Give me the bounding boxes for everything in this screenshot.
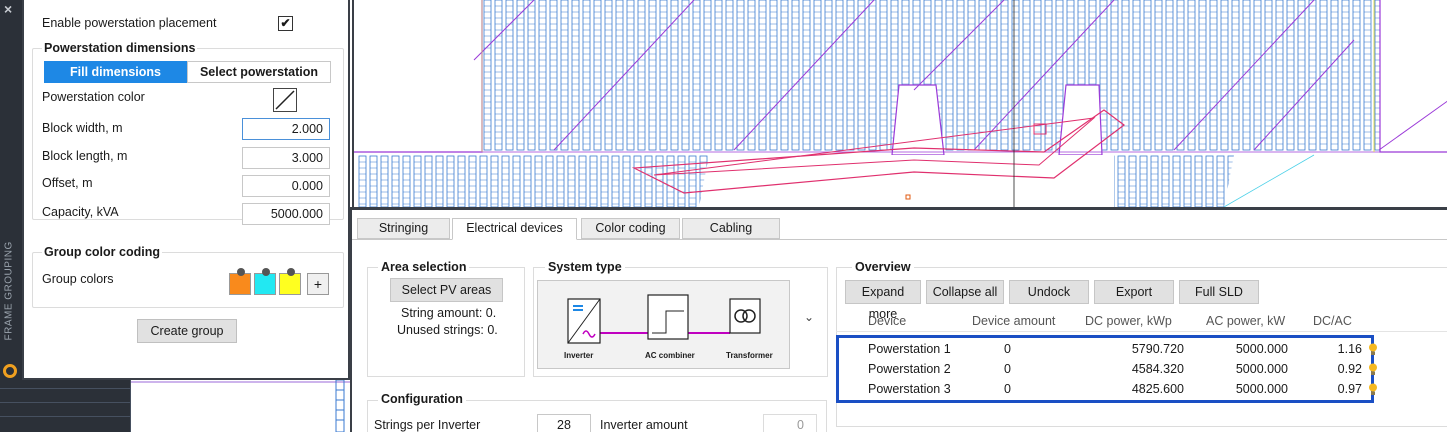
system-type-selector[interactable]: Inverter AC combiner Transformer — [537, 280, 790, 369]
group-color-swatch-cyan[interactable] — [254, 268, 276, 295]
column-header-device-amount: Device amount — [972, 314, 1056, 328]
tab-cabling[interactable]: Cabling — [682, 218, 780, 239]
create-group-button[interactable]: Create group — [137, 319, 237, 343]
unused-strings-text: Unused strings: 0. — [397, 323, 498, 337]
block-width-input[interactable]: 2.000 — [242, 118, 330, 140]
capacity-input[interactable]: 5000.000 — [242, 203, 330, 225]
cad-background-fragment — [131, 379, 350, 432]
dc-power-cell: 4825.600 — [1131, 382, 1184, 396]
area-selection-title: Area selection — [378, 260, 470, 274]
remove-color-icon[interactable] — [287, 268, 295, 276]
device-cell: Powerstation 1 — [868, 342, 951, 356]
lightbulb-icon[interactable] — [1368, 383, 1377, 395]
dc-ac-cell: 0.97 — [1337, 382, 1362, 396]
tab-stringing[interactable]: Stringing — [357, 218, 450, 239]
field-label: Capacity, kVA — [42, 205, 119, 219]
export-button[interactable]: Export — [1094, 280, 1174, 304]
tab-electrical-devices[interactable]: Electrical devices — [452, 218, 577, 240]
collapse-all-button[interactable]: Collapse all — [926, 280, 1004, 304]
undock-button[interactable]: Undock — [1009, 280, 1089, 304]
dc-ac-cell: 1.16 — [1337, 342, 1362, 356]
device-label: AC combiner — [645, 351, 695, 360]
close-icon[interactable]: × — [4, 1, 12, 17]
amount-cell: 0 — [1004, 362, 1011, 376]
powerstation-dimensions-title: Powerstation dimensions — [42, 41, 198, 55]
ac-power-cell: 5000.000 — [1235, 342, 1288, 356]
full-sld-button[interactable]: Full SLD — [1179, 280, 1259, 304]
amount-cell: 0 — [1004, 382, 1011, 396]
dc-power-cell: 4584.320 — [1131, 362, 1184, 376]
column-header-dc-power: DC power, kWp — [1085, 314, 1172, 328]
device-cell: Powerstation 2 — [868, 362, 951, 376]
offset-input[interactable]: 0.000 — [242, 175, 330, 197]
column-header-ac-power: AC power, kW — [1206, 314, 1286, 328]
ac-power-cell: 5000.000 — [1235, 382, 1288, 396]
column-header-dc-ac: DC/AC — [1313, 314, 1352, 328]
strings-per-inverter-label: Strings per Inverter — [374, 418, 481, 432]
cad-fragment-lines — [131, 379, 350, 432]
remove-color-icon[interactable] — [262, 268, 270, 276]
chevron-down-icon[interactable]: ⌄ — [804, 310, 814, 324]
divider-line — [0, 402, 130, 403]
field-label: Block length, m — [42, 149, 128, 163]
fill-dimensions-tab[interactable]: Fill dimensions — [44, 61, 187, 83]
lightbulb-icon[interactable] — [1368, 363, 1377, 375]
ac-combiner-icon — [647, 294, 689, 340]
group-color-coding-title: Group color coding — [42, 245, 162, 259]
device-label: Inverter — [564, 351, 594, 360]
powerstation-color-picker[interactable] — [273, 88, 297, 112]
system-type-title: System type — [545, 260, 625, 274]
strings-per-inverter-input[interactable]: 28 — [537, 414, 591, 432]
configuration-title: Configuration — [378, 392, 466, 406]
field-label: Block width, m — [42, 121, 123, 135]
pv-layout-drawing — [354, 0, 1447, 207]
remove-color-icon[interactable] — [237, 268, 245, 276]
group-color-swatch-yellow[interactable] — [279, 268, 301, 295]
powerstation-color-label: Powerstation color — [42, 90, 145, 104]
expand-more-button[interactable]: Expand more — [845, 280, 921, 321]
inverter-amount-label: Inverter amount — [600, 418, 688, 432]
block-length-input[interactable]: 3.000 — [242, 147, 330, 169]
dc-power-cell: 5790.720 — [1131, 342, 1184, 356]
app-logo-icon — [3, 364, 17, 378]
no-color-slash-icon — [275, 90, 295, 110]
tab-color-coding[interactable]: Color coding — [581, 218, 680, 239]
electrical-devices-panel: Stringing Electrical devices Color codin… — [352, 207, 1447, 432]
amount-cell: 0 — [1004, 342, 1011, 356]
device-label: Transformer — [726, 351, 773, 360]
divider-line — [0, 388, 130, 389]
ac-power-cell: 5000.000 — [1235, 362, 1288, 376]
device-cell: Powerstation 3 — [868, 382, 951, 396]
overview-title: Overview — [852, 260, 914, 274]
frame-grouping-vertical-label: FRAME GROUPING — [3, 241, 15, 341]
column-header-device: Device — [868, 314, 907, 328]
dc-ac-cell: 0.92 — [1337, 362, 1362, 376]
string-amount-text: String amount: 0. — [401, 306, 497, 320]
header-divider — [836, 331, 1447, 332]
lightbulb-icon[interactable] — [1368, 343, 1377, 355]
powerstation-panel: Enable powerstation placement ✔ Powersta… — [22, 0, 350, 380]
group-colors-label: Group colors — [42, 272, 114, 286]
add-color-button[interactable]: + — [307, 273, 329, 295]
enable-placement-label: Enable powerstation placement — [42, 16, 217, 30]
inverter-amount-input: 0 — [763, 414, 817, 432]
field-label: Offset, m — [42, 176, 93, 190]
enable-placement-checkbox[interactable]: ✔ — [278, 16, 293, 31]
select-pv-areas-button[interactable]: Select PV areas — [390, 278, 503, 302]
group-color-swatch-orange[interactable] — [229, 268, 251, 295]
cad-drawing-canvas[interactable] — [352, 0, 1447, 207]
select-powerstation-tab[interactable]: Select powerstation — [187, 61, 331, 83]
divider-line — [0, 416, 130, 417]
